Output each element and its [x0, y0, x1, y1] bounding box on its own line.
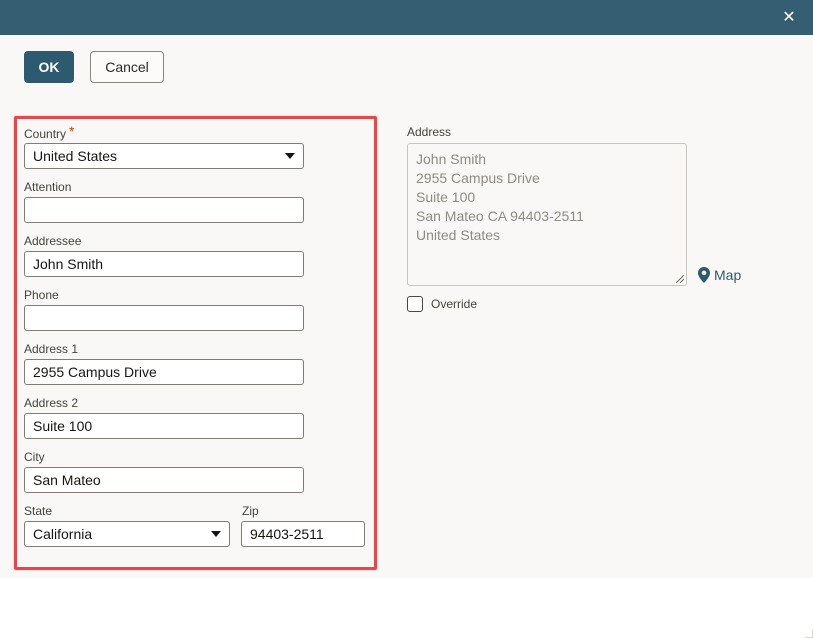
attention-input[interactable] — [24, 197, 304, 223]
state-label: State — [24, 504, 53, 518]
city-label: City — [24, 450, 45, 464]
address-preview-textarea[interactable]: John Smith 2955 Campus Drive Suite 100 S… — [407, 143, 687, 286]
cancel-button[interactable]: Cancel — [90, 51, 164, 83]
country-value: United States — [33, 148, 118, 164]
required-mark: * — [69, 123, 75, 139]
phone-label: Phone — [24, 288, 59, 302]
addressee-label: Addressee — [24, 234, 82, 248]
country-select[interactable]: United States — [24, 143, 304, 169]
address2-input[interactable]: Suite 100 — [24, 413, 304, 439]
address-line: John Smith — [416, 151, 487, 167]
addressee-input[interactable]: John Smith — [24, 251, 304, 277]
dialog-titlebar: ✕ — [0, 0, 813, 35]
attention-label: Attention — [24, 180, 72, 194]
address-line: United States — [416, 227, 501, 243]
city-input[interactable]: San Mateo — [24, 467, 304, 493]
address-preview-label: Address — [407, 125, 452, 139]
ok-button[interactable]: OK — [24, 51, 74, 83]
zip-input[interactable]: 94403-2511 — [241, 521, 365, 547]
address1-input[interactable]: 2955 Campus Drive — [24, 359, 304, 385]
close-icon[interactable]: ✕ — [779, 8, 799, 28]
window-resize-corner[interactable] — [805, 630, 813, 638]
chevron-down-icon — [211, 531, 221, 537]
country-label: Country * — [24, 123, 75, 141]
map-link-label: Map — [714, 267, 742, 283]
address-line: San Mateo CA 94403-2511 — [416, 208, 584, 224]
country-label-text: Country — [24, 127, 67, 141]
phone-input[interactable] — [24, 305, 304, 331]
override-label: Override — [431, 297, 478, 311]
map-link[interactable]: Map — [698, 267, 741, 283]
address-line: 2955 Campus Drive — [416, 170, 540, 186]
zip-label: Zip — [242, 504, 259, 518]
resize-grip-icon[interactable] — [676, 275, 684, 283]
map-pin-icon — [698, 267, 710, 283]
state-select[interactable]: California — [24, 521, 230, 547]
address1-label: Address 1 — [24, 342, 79, 356]
chevron-down-icon — [285, 153, 295, 159]
address-line: Suite 100 — [416, 189, 476, 205]
state-value: California — [33, 526, 93, 542]
dialog-footer-area — [0, 578, 813, 638]
override-checkbox[interactable] — [407, 296, 423, 312]
address2-label: Address 2 — [24, 396, 79, 410]
